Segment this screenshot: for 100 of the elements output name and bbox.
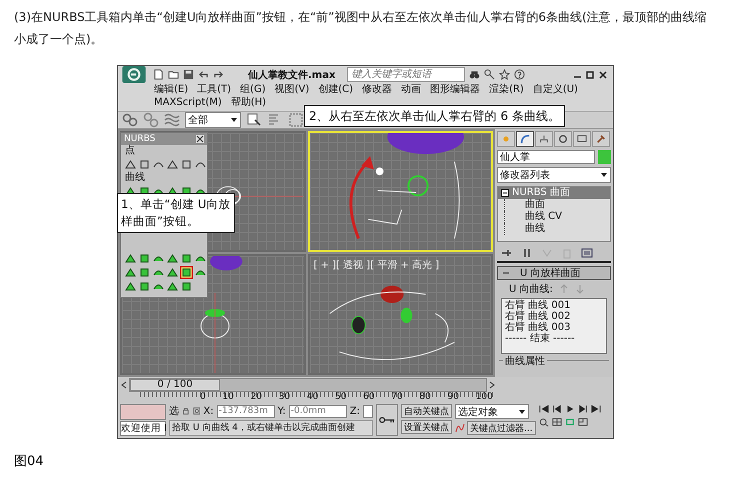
binoculars-icon[interactable]: [469, 69, 480, 80]
redo-icon[interactable]: [213, 69, 224, 80]
instruction-tooltip: 2、从右至左依次单击仙人掌右臂的 6 条曲线。: [304, 105, 565, 127]
frame-number: 100: [476, 392, 493, 402]
stack-item[interactable]: NURBS 曲面: [498, 187, 610, 199]
curve-list-item[interactable]: 右臂 曲线 001: [505, 300, 603, 311]
viewport[interactable]: [ + ][ 透视 ][ 平滑 + 高光 ]: [308, 254, 493, 375]
nurbs-tool-icon[interactable]: [166, 158, 179, 171]
folder-icon[interactable]: [168, 69, 179, 80]
set-key-button[interactable]: [376, 404, 398, 436]
select-object-icon[interactable]: [246, 112, 262, 128]
circle-icon[interactable]: [557, 134, 569, 144]
set-key-mode-button[interactable]: 设置关键点: [401, 420, 452, 434]
auto-key-button[interactable]: 自动关键点: [401, 404, 452, 418]
viewport-label[interactable]: [ + ][ 透视 ][ 平滑 + 高光 ]: [314, 258, 440, 272]
welcome-label: 欢迎使用 I: [120, 421, 166, 436]
maxscript-listener-field[interactable]: [120, 404, 166, 420]
modifier-list-dropdown[interactable]: 修改器列表: [497, 167, 611, 183]
configure-sets-icon[interactable]: [581, 247, 593, 259]
go-to-end-icon[interactable]: [590, 404, 601, 414]
key-filters-button[interactable]: 关键点过滤器...: [467, 421, 536, 435]
region-select-icon[interactable]: [288, 112, 304, 128]
selection-filter-dropdown[interactable]: 全部: [185, 112, 241, 128]
previous-frame-icon[interactable]: [552, 404, 562, 414]
nurbs-tool-icon[interactable]: [180, 158, 193, 171]
menu-item[interactable]: 自定义(U): [532, 84, 578, 96]
app-logo-icon[interactable]: [122, 66, 146, 83]
menu-item[interactable]: 创建(C): [318, 84, 354, 96]
menu-item[interactable]: 帮助(H): [230, 97, 266, 109]
panel-tab[interactable]: [592, 131, 610, 147]
frame-number: 70: [391, 392, 403, 402]
frame-number: 10: [222, 392, 234, 402]
link-icon[interactable]: [122, 112, 138, 128]
z-label: Z:: [350, 406, 360, 416]
menu-item[interactable]: 动画: [401, 84, 422, 96]
curve-list-item[interactable]: ------ 结束 ------: [505, 333, 603, 344]
new-file-icon[interactable]: [153, 69, 164, 80]
curve-list-item[interactable]: 右臂 曲线 003: [505, 322, 603, 333]
time-slider-track[interactable]: 0 / 100: [129, 378, 487, 392]
nurbs-tool-icon[interactable]: [124, 158, 137, 171]
menu-item[interactable]: 编辑(E): [154, 84, 188, 96]
expander-icon[interactable]: [501, 189, 509, 197]
time-slider-thumb[interactable]: 0 / 100: [130, 379, 220, 391]
selection-label: 选: [169, 404, 179, 418]
frame-number: 20: [250, 392, 262, 402]
menu-item[interactable]: 图形编辑器: [430, 84, 480, 96]
save-icon[interactable]: [183, 69, 194, 80]
panel-tab[interactable]: [554, 131, 572, 147]
next-frame-icon[interactable]: [578, 404, 588, 414]
curve-list-item[interactable]: 右臂 曲线 002: [505, 311, 603, 322]
hammer-icon[interactable]: [595, 134, 607, 144]
panel-tab[interactable]: [535, 131, 553, 147]
play-icon[interactable]: [564, 404, 575, 414]
nurbs-tool-icon[interactable]: [180, 266, 193, 279]
lock-icon[interactable]: [182, 406, 190, 416]
object-name-field[interactable]: 仙人掌: [497, 150, 595, 164]
menu-item[interactable]: MAXScript(M): [154, 97, 222, 109]
menu-item[interactable]: 工具(T): [197, 84, 232, 96]
rollout-header[interactable]: U 向放样曲面: [497, 266, 611, 280]
undo-icon[interactable]: [198, 69, 209, 80]
frame-number: 0: [200, 392, 206, 402]
close-icon[interactable]: [196, 135, 204, 143]
help-icon[interactable]: [514, 69, 526, 80]
zoom-icon[interactable]: [538, 417, 549, 427]
menu-item[interactable]: 组(G): [240, 84, 266, 96]
pin-stack-icon[interactable]: [501, 247, 513, 259]
arc-icon[interactable]: [519, 134, 531, 144]
crosshair-icon[interactable]: [192, 406, 200, 416]
stack-sub-item[interactable]: 曲面: [504, 199, 610, 211]
instruction-tooltip: 1、单击“创建 U向放样曲面”按钮。: [117, 193, 235, 233]
wave-icon[interactable]: [164, 112, 180, 128]
panel-tab[interactable]: [573, 131, 591, 147]
curve-icon[interactable]: [455, 423, 465, 433]
star-icon[interactable]: [499, 69, 510, 80]
y-coordinate-field[interactable]: -0.0mm: [288, 404, 347, 418]
object-color-swatch[interactable]: [598, 150, 611, 164]
monitor-icon[interactable]: [576, 134, 588, 144]
dropdown-arrow-icon[interactable]: [518, 408, 526, 416]
stack-sub-item[interactable]: 曲线 CV: [504, 211, 610, 223]
key-target-dropdown[interactable]: 选定对象: [455, 404, 529, 419]
hierarchy-icon[interactable]: [538, 134, 550, 144]
zoom-all-icon[interactable]: [552, 417, 562, 427]
instruction-paragraph: (3)在NURBS工具箱内单击“创建U向放样曲面”按钮，在“前”视图中从右至左依次单击仙人掌右臂的6条曲线(注意，最顶部的曲线缩小成了一个点)。: [13, 9, 708, 48]
group-title: 曲线属性: [503, 356, 547, 367]
search-field[interactable]: 键入关键字或短语: [347, 67, 466, 82]
maximize-viewport-icon[interactable]: [578, 417, 588, 427]
x-coordinate-field[interactable]: -137.783m: [216, 404, 275, 418]
menu-item[interactable]: 渲染(R): [489, 84, 524, 96]
z-coordinate-field[interactable]: [363, 404, 373, 418]
panel-tab[interactable]: [516, 131, 534, 147]
y-label: Y:: [278, 406, 286, 416]
go-to-start-icon[interactable]: [538, 404, 549, 414]
frame-number: 90: [448, 392, 459, 402]
dropdown-arrow-icon[interactable]: [600, 171, 608, 179]
window-controls-icon[interactable]: [573, 70, 609, 80]
menu-item[interactable]: 视图(V): [274, 84, 310, 96]
dropdown-arrow-icon[interactable]: [230, 116, 238, 124]
menu-item[interactable]: 修改器: [362, 84, 392, 96]
stack-sub-item[interactable]: 曲线: [504, 223, 610, 235]
nurbs-tool-icon[interactable]: [138, 158, 151, 171]
